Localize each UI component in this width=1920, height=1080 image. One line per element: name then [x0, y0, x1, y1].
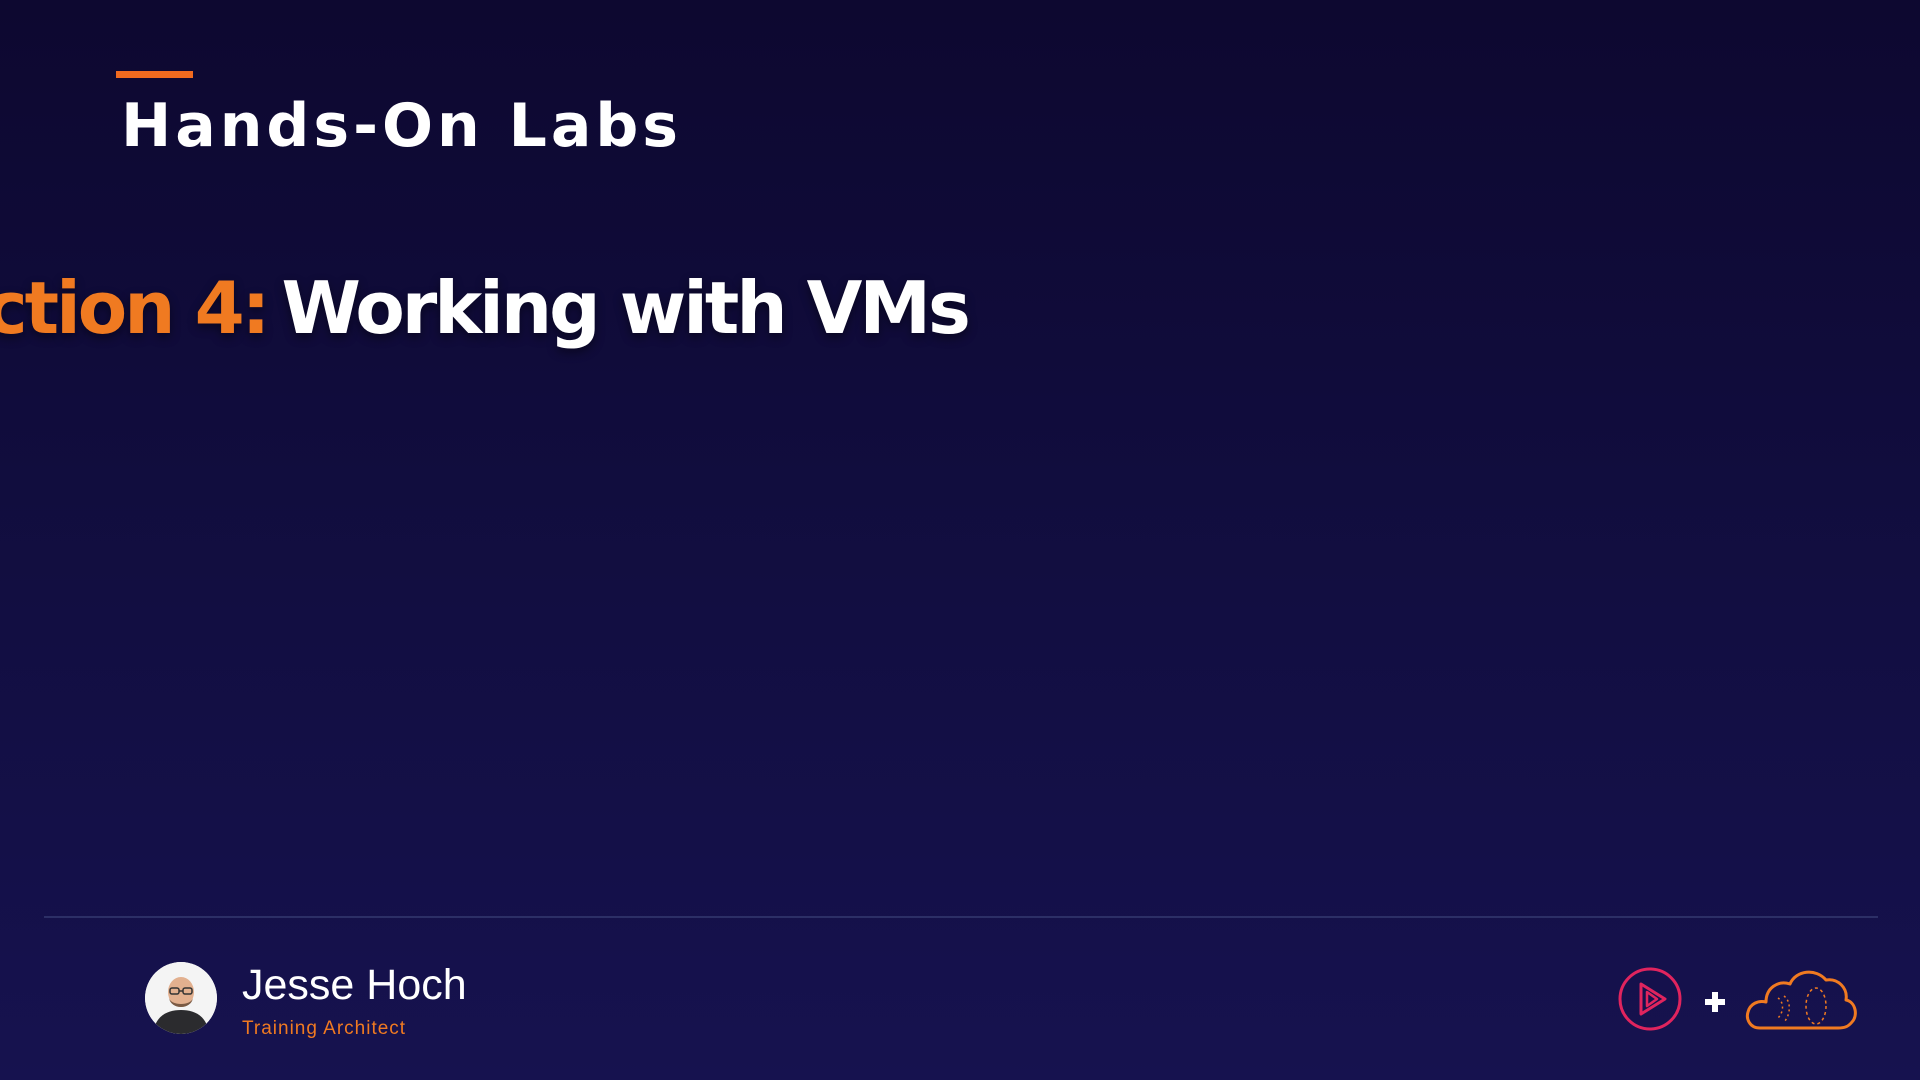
presenter-name: Jesse Hoch — [242, 961, 467, 1009]
page-title: Hands-On Labs — [121, 91, 682, 161]
section-heading: ction 4: Working with VMs — [0, 272, 971, 344]
presenter-role: Training Architect — [242, 1018, 407, 1039]
section-title: Working with VMs — [281, 266, 970, 350]
presenter-photo-icon — [145, 962, 217, 1034]
section-number: ction 4: — [0, 266, 270, 350]
presenter-avatar — [145, 962, 217, 1034]
play-icon — [1618, 967, 1682, 1031]
plus-icon — [1705, 992, 1725, 1012]
title-accent-bar — [116, 71, 193, 78]
footer-divider — [44, 916, 1878, 918]
cloud-icon — [1745, 970, 1857, 1030]
